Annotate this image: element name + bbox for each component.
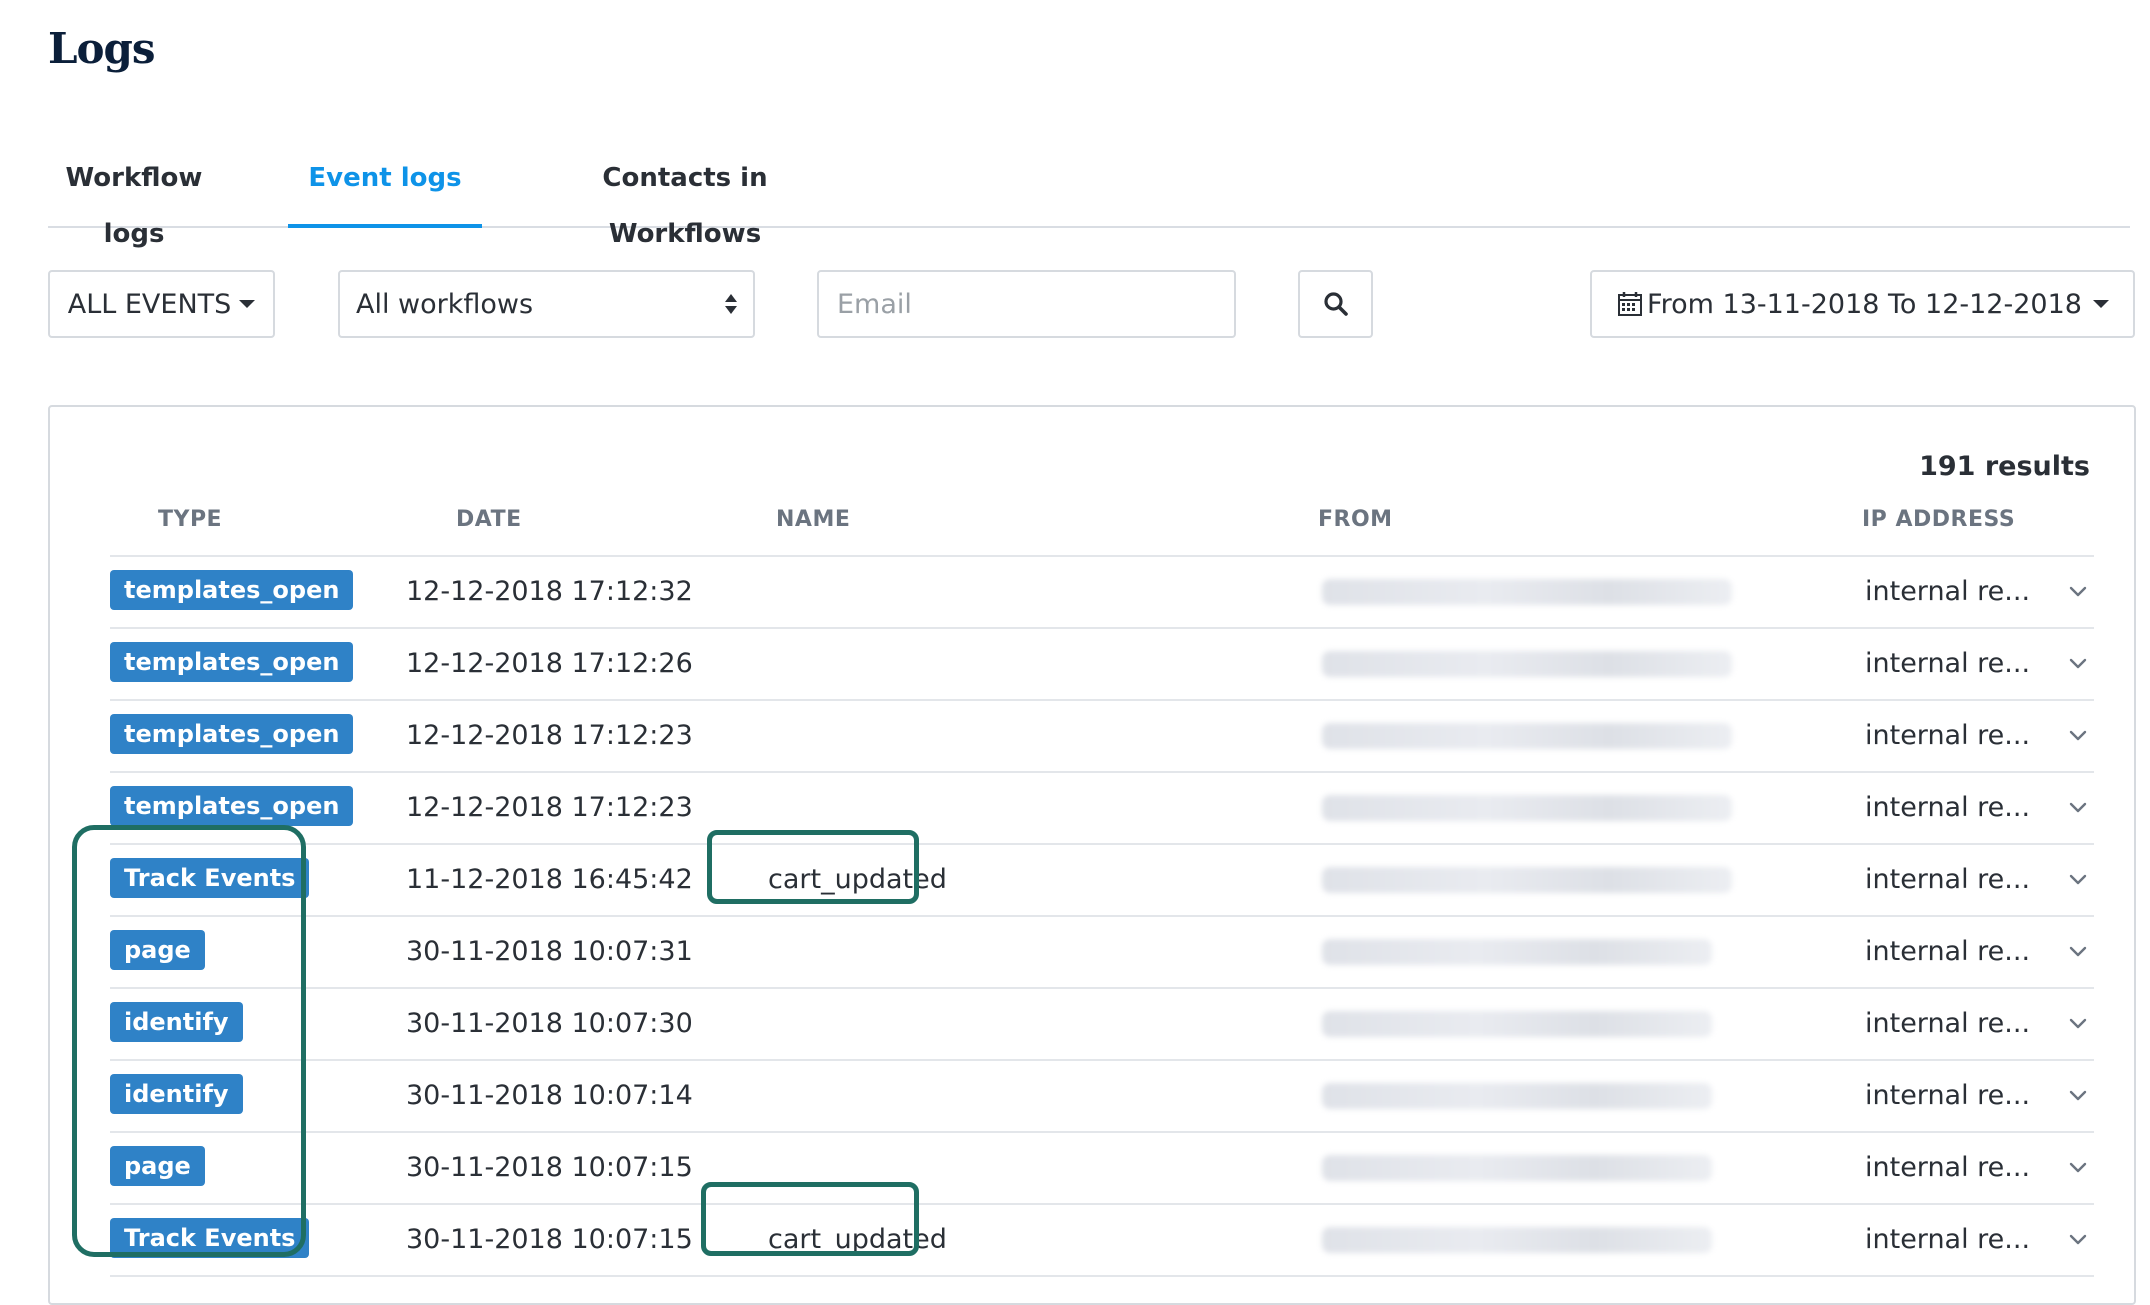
table-row[interactable]: identify 30-11-2018 10:07:30 internal re..… (110, 989, 2094, 1061)
chevron-down-icon[interactable] (2065, 723, 2091, 749)
search-icon (1323, 292, 1348, 316)
column-header-date: DATE (456, 507, 522, 532)
tab-event-logs[interactable]: Event logs (288, 150, 482, 228)
ip-address: internal re... (1865, 576, 2031, 607)
event-type-badge: page (110, 930, 205, 970)
event-type-badge: templates_open (110, 642, 354, 682)
all-events-dropdown[interactable]: ALL EVENTS (48, 270, 275, 338)
workflow-select[interactable]: All workflows (338, 270, 755, 338)
table-row[interactable]: templates_open 12-12-2018 17:12:23 interna… (110, 701, 2094, 773)
tab-bar: Workflow logs Event logs Contacts in Wor… (48, 150, 2130, 249)
ip-address: internal re... (1865, 864, 2031, 895)
event-date: 12-12-2018 17:12:23 (406, 720, 693, 751)
table-row[interactable]: page 30-11-2018 10:07:31 internal re... (110, 917, 2094, 989)
date-range-picker[interactable]: From 13-11-2018 To 12-12-2018 (1590, 270, 2135, 338)
blurred-email (1322, 579, 1732, 605)
ip-address: internal re... (1865, 1152, 2031, 1183)
event-date: 11-12-2018 16:45:42 (406, 864, 693, 895)
column-header-from: FROM (1318, 507, 1393, 532)
event-type-badge: templates_open (110, 570, 354, 610)
table-row[interactable]: templates_open 12-12-2018 17:12:23 interna… (110, 773, 2094, 845)
event-type-badge: Track Events (110, 858, 310, 898)
table-row[interactable]: page 30-11-2018 10:07:15 internal re... (110, 1133, 2094, 1205)
ip-address: internal re... (1865, 648, 2031, 679)
results-count: 191 results (1919, 451, 2090, 482)
table-row[interactable]: Track Events 30-11-2018 10:07:15 cart_upda… (110, 1205, 2094, 1277)
select-arrows-icon (725, 294, 737, 314)
chevron-down-icon[interactable] (2065, 1083, 2091, 1109)
ip-address: internal re... (1865, 720, 2031, 751)
table-row[interactable]: Track Events 11-12-2018 16:45:42 cart_upda… (110, 845, 2094, 917)
workflow-select-value: All workflows (356, 288, 534, 320)
chevron-down-icon[interactable] (2065, 651, 2091, 677)
event-date: 30-11-2018 10:07:15 (406, 1152, 693, 1183)
caret-down-icon (239, 300, 256, 308)
event-date: 30-11-2018 10:07:15 (406, 1224, 693, 1255)
blurred-email (1322, 1155, 1712, 1181)
blurred-email (1322, 723, 1732, 749)
ip-address: internal re... (1865, 936, 2031, 967)
table-header: TYPE DATE NAME FROM IP ADDRESS (110, 507, 2094, 557)
column-header-ip-address: IP ADDRESS (1862, 507, 2016, 532)
column-header-name: NAME (776, 507, 851, 532)
email-input[interactable] (817, 270, 1236, 338)
table-row[interactable]: templates_open 12-12-2018 17:12:26 interna… (110, 629, 2094, 701)
search-button[interactable] (1298, 270, 1373, 338)
blurred-email (1322, 939, 1712, 965)
ip-address: internal re... (1865, 792, 2031, 823)
column-header-type: TYPE (158, 507, 223, 532)
blurred-email (1322, 867, 1732, 893)
event-name: cart_updated (768, 864, 947, 895)
table-row[interactable]: templates_open 12-12-2018 17:12:32 interna… (110, 557, 2094, 629)
event-type-badge: identify (110, 1002, 243, 1042)
chevron-down-icon[interactable] (2065, 795, 2091, 821)
chevron-down-icon[interactable] (2065, 939, 2091, 965)
blurred-email (1322, 1011, 1712, 1037)
all-events-label: ALL EVENTS (67, 288, 232, 320)
event-log-panel: 191 results TYPE DATE NAME FROM IP ADDRE… (48, 405, 2136, 1305)
event-date: 12-12-2018 17:12:26 (406, 648, 693, 679)
table-row[interactable]: identify 30-11-2018 10:07:14 internal re..… (110, 1061, 2094, 1133)
ip-address: internal re... (1865, 1224, 2031, 1255)
event-date: 30-11-2018 10:07:31 (406, 936, 693, 967)
event-date: 12-12-2018 17:12:32 (406, 576, 693, 607)
blurred-email (1322, 795, 1732, 821)
event-date: 30-11-2018 10:07:30 (406, 1008, 693, 1039)
ip-address: internal re... (1865, 1008, 2031, 1039)
date-range-label: From 13-11-2018 To 12-12-2018 (1647, 288, 2082, 320)
blurred-email (1322, 651, 1732, 677)
event-date: 12-12-2018 17:12:23 (406, 792, 693, 823)
page-title: Logs (48, 24, 156, 73)
tab-workflow-logs[interactable]: Workflow logs (48, 150, 220, 249)
tab-contacts-in-workflows[interactable]: Contacts in Workflows (526, 150, 844, 249)
chevron-down-icon[interactable] (2065, 579, 2091, 605)
chevron-down-icon[interactable] (2065, 1227, 2091, 1253)
chevron-down-icon[interactable] (2065, 1011, 2091, 1037)
caret-down-icon (2092, 300, 2109, 308)
blurred-email (1322, 1083, 1712, 1109)
blurred-email (1322, 1227, 1712, 1253)
event-type-badge: identify (110, 1074, 243, 1114)
event-type-badge: templates_open (110, 714, 354, 754)
event-date: 30-11-2018 10:07:14 (406, 1080, 693, 1111)
calendar-icon (1618, 292, 1642, 316)
event-name: cart_updated (768, 1224, 947, 1255)
chevron-down-icon[interactable] (2065, 1155, 2091, 1181)
chevron-down-icon[interactable] (2065, 867, 2091, 893)
table-body: templates_open 12-12-2018 17:12:32 interna… (110, 557, 2094, 1277)
ip-address: internal re... (1865, 1080, 2031, 1111)
event-type-badge: page (110, 1146, 205, 1186)
event-type-badge: templates_open (110, 786, 354, 826)
event-type-badge: Track Events (110, 1218, 310, 1258)
